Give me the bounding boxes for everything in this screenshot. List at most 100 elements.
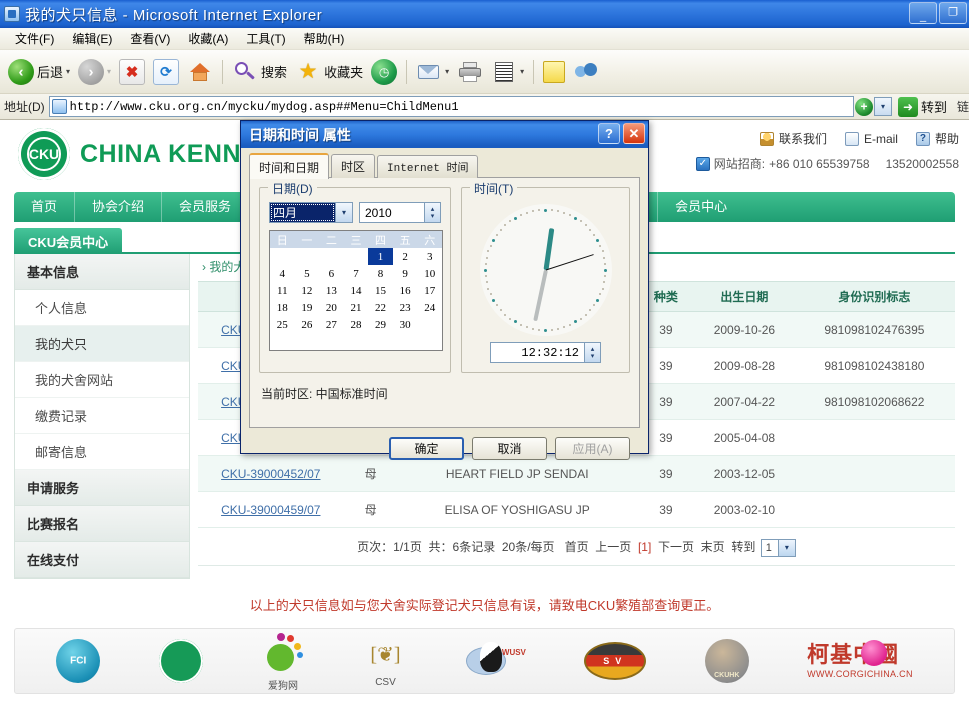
ok-button[interactable]: 确定 [389, 437, 464, 460]
time-input[interactable]: 12:32:12 [490, 342, 585, 363]
tab-internet-time[interactable]: Internet 时间 [377, 155, 479, 178]
menu-edit[interactable]: 编辑(E) [63, 28, 121, 49]
calendar-day[interactable]: 13 [319, 282, 344, 299]
footer-logo-wusv[interactable]: WUSV [465, 641, 526, 681]
footer-logo-cku[interactable] [158, 639, 203, 683]
notes-button[interactable] [539, 55, 569, 89]
calendar-day[interactable]: 25 [270, 316, 295, 333]
calendar-day[interactable]: 22 [368, 299, 393, 316]
pager-first[interactable]: 首页 [565, 540, 589, 554]
cancel-button[interactable]: 取消 [472, 437, 547, 460]
stop-button[interactable]: ✖ [115, 55, 149, 89]
sidebar-group-apply-service[interactable]: 申请服务 [15, 470, 189, 506]
calendar-day[interactable]: 5 [295, 265, 320, 282]
sidebar-item-payment-records[interactable]: 缴费记录 [15, 398, 189, 434]
calendar-day[interactable] [319, 248, 344, 265]
home-button[interactable] [183, 55, 217, 89]
sidebar-item-my-kennel-site[interactable]: 我的犬舍网站 [15, 362, 189, 398]
year-spinner[interactable]: ▴ ▾ [425, 202, 441, 223]
address-dropdown-icon[interactable]: ▾ [873, 97, 892, 116]
maximize-button[interactable]: ❐ [939, 2, 967, 24]
dialog-close-button[interactable]: ✕ [623, 123, 645, 144]
sidebar-group-competition-signup[interactable]: 比赛报名 [15, 506, 189, 542]
calendar[interactable]: 日 一 二 三 四 五 六 1 2 3 4 5 6 7 8 9 10 11 12… [269, 230, 443, 351]
back-button[interactable]: ‹ 后退 ▾ [4, 55, 74, 89]
menu-file[interactable]: 文件(F) [6, 28, 63, 49]
calendar-day[interactable] [344, 248, 369, 265]
search-button[interactable]: 搜索 [228, 55, 291, 89]
calendar-day[interactable]: 2 [393, 248, 418, 265]
menu-favorites[interactable]: 收藏(A) [179, 28, 237, 49]
pager-prev[interactable]: 上一页 [595, 540, 631, 554]
time-spinner[interactable]: ▴ ▾ [585, 342, 601, 363]
calendar-day[interactable] [295, 248, 320, 265]
footer-logo-aigou[interactable]: 爱狗网 [261, 631, 305, 692]
calendar-day[interactable]: 24 [417, 299, 442, 316]
calendar-day[interactable]: 29 [368, 316, 393, 333]
calendar-day[interactable] [270, 248, 295, 265]
print-button[interactable] [453, 55, 487, 89]
footer-logo-corgi[interactable]: 柯基中國 WWW.CORGICHINA.CN [807, 639, 913, 679]
month-select[interactable]: 四月 ▾ [269, 202, 353, 223]
cku-link[interactable]: CKU-39000452/07 [221, 467, 320, 481]
calendar-day[interactable]: 30 [393, 316, 418, 333]
calendar-day[interactable]: 11 [270, 282, 295, 299]
calendar-day[interactable]: 27 [319, 316, 344, 333]
calendar-day[interactable]: 23 [393, 299, 418, 316]
nav-home[interactable]: 首页 [14, 192, 76, 222]
calendar-day[interactable]: 12 [295, 282, 320, 299]
calendar-day[interactable]: 26 [295, 316, 320, 333]
edit-dropdown-icon[interactable]: ▾ [520, 67, 524, 76]
calendar-day[interactable]: 19 [295, 299, 320, 316]
address-input[interactable]: http://www.cku.org.cn/mycku/mydog.asp##M… [48, 96, 854, 117]
messenger-button[interactable] [569, 55, 603, 89]
calendar-day[interactable]: 7 [344, 265, 369, 282]
nav-about[interactable]: 协会介绍 [75, 192, 163, 222]
calendar-day[interactable]: 18 [270, 299, 295, 316]
sidebar-item-mailing-info[interactable]: 邮寄信息 [15, 434, 189, 470]
menu-view[interactable]: 查看(V) [121, 28, 179, 49]
calendar-day[interactable]: 15 [368, 282, 393, 299]
year-input[interactable]: 2010 [359, 202, 425, 223]
calendar-day[interactable]: 14 [344, 282, 369, 299]
calendar-day[interactable]: 20 [319, 299, 344, 316]
minimize-button[interactable]: _ [909, 2, 937, 24]
link-help[interactable]: 帮助 [935, 130, 959, 147]
calendar-day[interactable]: 9 [393, 265, 418, 282]
history-button[interactable]: ◷ [367, 55, 401, 89]
pager-next[interactable]: 下一页 [658, 540, 694, 554]
calendar-day[interactable]: 8 [368, 265, 393, 282]
tab-time-and-date[interactable]: 时间和日期 [249, 153, 330, 179]
calendar-day-selected[interactable]: 1 [368, 248, 393, 265]
refresh-button[interactable]: ⟳ [149, 55, 183, 89]
calendar-day[interactable]: 16 [393, 282, 418, 299]
nav-member-service[interactable]: 会员服务 [162, 192, 250, 222]
footer-logo-ckuhk[interactable]: CKUHK [704, 639, 749, 683]
menu-tools[interactable]: 工具(T) [237, 28, 294, 49]
security-shield-icon[interactable] [854, 97, 873, 116]
pager-goto-select[interactable]: 1 ▾ [760, 538, 796, 557]
sidebar-group-basic-info[interactable]: 基本信息 [15, 254, 189, 290]
footer-logo-csv[interactable]: [❦] CSV [363, 635, 407, 688]
cku-link[interactable]: CKU-39000459/07 [221, 503, 320, 517]
calendar-day[interactable]: 4 [270, 265, 295, 282]
pager-last[interactable]: 末页 [701, 540, 725, 554]
mail-button[interactable]: ▾ [412, 55, 453, 89]
edit-button[interactable]: ▾ [487, 55, 528, 89]
forward-dropdown-icon[interactable]: ▾ [107, 67, 111, 76]
calendar-day[interactable]: 17 [417, 282, 442, 299]
link-email[interactable]: E-mail [864, 132, 898, 146]
mail-dropdown-icon[interactable]: ▾ [445, 67, 449, 76]
dialog-help-button[interactable]: ? [598, 123, 620, 144]
menu-help[interactable]: 帮助(H) [295, 28, 354, 49]
sidebar-item-my-dogs[interactable]: 我的犬只 [15, 326, 189, 362]
footer-logo-sv[interactable]: SV [584, 642, 647, 680]
sidebar-item-personal-info[interactable]: 个人信息 [15, 290, 189, 326]
back-dropdown-icon[interactable]: ▾ [66, 67, 70, 76]
calendar-day[interactable]: 6 [319, 265, 344, 282]
calendar-day[interactable]: 28 [344, 316, 369, 333]
forward-button[interactable]: › ▾ [74, 55, 115, 89]
tab-timezone[interactable]: 时区 [331, 154, 376, 178]
calendar-day[interactable]: 10 [417, 265, 442, 282]
calendar-day[interactable]: 3 [417, 248, 442, 265]
